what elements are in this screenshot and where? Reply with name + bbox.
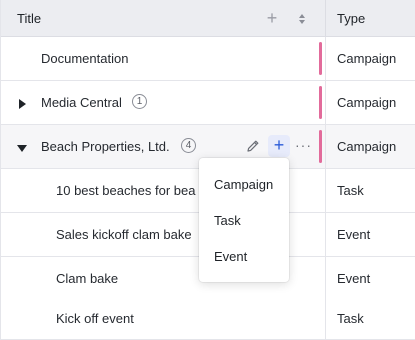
menu-item-task[interactable]: Task (199, 202, 289, 238)
row-title: Documentation (41, 51, 129, 66)
table-row[interactable]: Documentation Campaign (1, 37, 415, 81)
type-cell[interactable]: Campaign (325, 125, 415, 168)
row-status-marker (319, 130, 322, 163)
row-title: Media Central (41, 95, 122, 110)
child-count-badge: 4 (181, 138, 196, 153)
row-type: Campaign (337, 51, 397, 66)
records-table: Title + Type Documentation Campaign Medi… (0, 0, 415, 340)
row-type: Campaign (337, 95, 397, 110)
row-type: Event (337, 271, 371, 286)
sort-icon[interactable] (295, 11, 309, 27)
table-row[interactable]: Media Central 1 Campaign (1, 81, 415, 125)
table-header: Title + Type (1, 0, 415, 37)
menu-item-event[interactable]: Event (199, 238, 289, 274)
row-type: Task (337, 183, 364, 198)
title-cell[interactable]: Documentation (1, 37, 325, 80)
row-type: Campaign (337, 139, 397, 154)
title-column-label: Title (17, 11, 42, 26)
title-cell[interactable]: Media Central 1 (1, 81, 325, 124)
type-cell[interactable]: Campaign (325, 81, 415, 124)
child-count-badge: 1 (132, 94, 147, 109)
row-title: Beach Properties, Ltd. (41, 139, 170, 154)
row-title: Clam bake (56, 271, 119, 286)
more-icon[interactable]: ··· (295, 137, 311, 155)
menu-item-label: Campaign (214, 177, 274, 192)
pencil-icon[interactable] (245, 138, 261, 154)
row-status-marker (319, 86, 322, 119)
row-title: 10 best beaches for bea (56, 183, 196, 198)
type-cell[interactable]: Event (325, 257, 415, 300)
collapse-caret-icon[interactable] (17, 141, 27, 152)
type-column-header[interactable]: Type (325, 0, 415, 37)
type-cell[interactable]: Campaign (325, 37, 415, 80)
row-status-marker (319, 42, 322, 75)
menu-item-label: Task (214, 213, 241, 228)
title-cell[interactable]: Kick off event (1, 297, 325, 340)
row-type: Task (337, 311, 364, 326)
row-title: Kick off event (56, 311, 134, 326)
row-title: Sales kickoff clam bake (56, 227, 192, 242)
row-type: Event (337, 227, 371, 242)
add-column-plus-icon[interactable]: + (263, 8, 281, 28)
menu-item-campaign[interactable]: Campaign (199, 166, 289, 202)
menu-item-label: Event (214, 249, 248, 264)
table-row[interactable]: Kick off event Task (1, 297, 415, 340)
type-cell[interactable]: Task (325, 297, 415, 340)
title-column-header[interactable]: Title + (1, 0, 325, 37)
type-cell[interactable]: Event (325, 213, 415, 256)
type-column-label: Type (337, 11, 366, 26)
expand-caret-icon[interactable] (17, 97, 27, 109)
type-cell[interactable]: Task (325, 169, 415, 212)
add-child-plus-icon[interactable]: + (268, 135, 290, 157)
add-item-menu: Campaign Task Event (199, 158, 289, 282)
